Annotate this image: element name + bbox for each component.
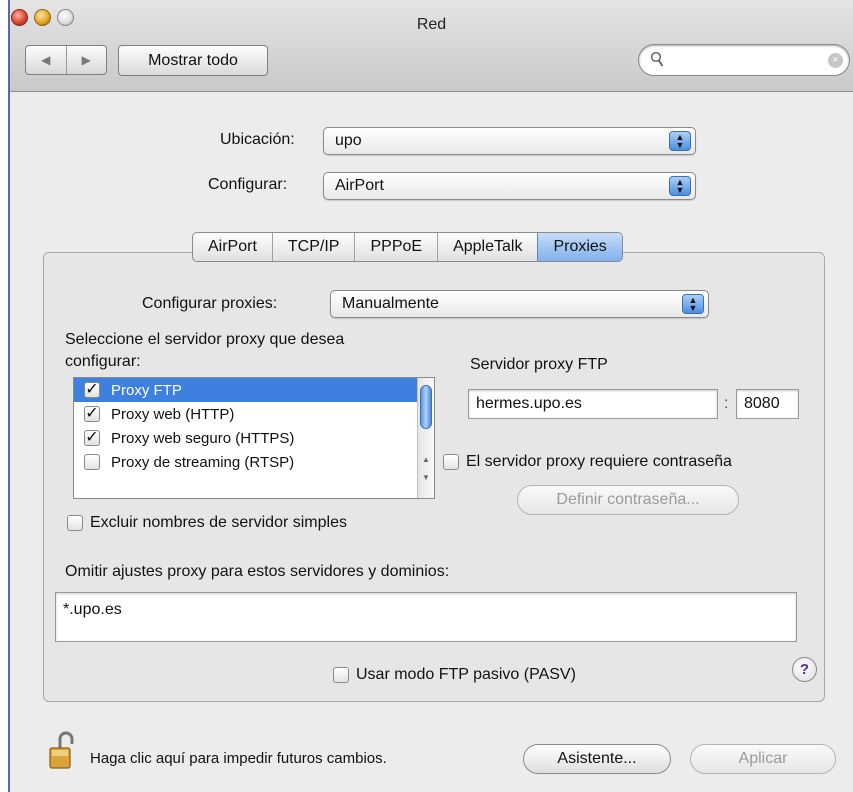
tab-appletalk[interactable]: AppleTalk <box>437 233 537 261</box>
tab-bar: AirPort TCP/IP PPPoE AppleTalk Proxies <box>192 232 623 262</box>
password-required-label: El servidor proxy requiere contraseña <box>466 453 732 470</box>
configure-proxies-label: Configurar proxies: <box>142 295 278 312</box>
checkbox-proxy-http[interactable]: ✓ <box>84 406 100 422</box>
scroll-down-arrow-icon[interactable]: ▼ <box>418 470 434 485</box>
popup-arrows-icon: ▲ ▼ <box>682 294 704 314</box>
list-item[interactable]: ✓ Proxy web seguro (HTTPS) <box>74 426 434 450</box>
forward-arrow-icon: ▶ <box>81 53 91 67</box>
configure-proxies-popup[interactable]: Manualmente ▲ ▼ <box>330 290 709 318</box>
list-item-label: Proxy FTP <box>111 381 182 399</box>
location-label: Ubicación: <box>220 131 295 148</box>
clear-search-icon[interactable]: × <box>828 53 843 68</box>
passive-ftp-label: Usar modo FTP pasivo (PASV) <box>356 666 576 683</box>
exclude-simple-hostnames-checkbox[interactable] <box>67 515 83 531</box>
port-separator: : <box>724 395 729 412</box>
select-proxy-label: Seleccione el servidor proxy que desea <box>65 331 345 348</box>
configure-proxies-value: Manualmente <box>342 295 439 312</box>
location-popup[interactable]: upo ▲ ▼ <box>323 127 696 155</box>
list-item-label: Proxy web (HTTP) <box>111 405 235 423</box>
back-arrow-icon: ◀ <box>41 53 51 67</box>
window-titlebar: Red ◀ ▶ Mostrar todo × <box>10 0 853 92</box>
select-proxy-label-continued: configurar: <box>65 353 141 370</box>
scrollbar-thumb[interactable] <box>420 385 432 429</box>
configure-value: AirPort <box>335 177 384 194</box>
search-field[interactable]: × <box>638 44 850 76</box>
exclude-simple-hostnames-option[interactable]: Excluir nombres de servidor simples <box>67 514 347 532</box>
show-all-button[interactable]: Mostrar todo <box>118 45 268 76</box>
password-required-option[interactable]: El servidor proxy requiere contraseña <box>443 453 732 471</box>
assistant-button[interactable]: Asistente... <box>523 744 671 774</box>
bypass-hosts-field[interactable]: *.upo.es <box>55 592 797 642</box>
tab-pppoe[interactable]: PPPoE <box>354 233 437 261</box>
popup-arrows-icon: ▲ ▼ <box>669 131 691 151</box>
help-button[interactable]: ? <box>792 657 817 682</box>
passive-ftp-option[interactable]: Usar modo FTP pasivo (PASV) <box>333 666 576 684</box>
list-item[interactable]: ✓ Proxy web (HTTP) <box>74 402 434 426</box>
checkbox-proxy-rtsp[interactable] <box>84 454 100 470</box>
list-item-label: Proxy web seguro (HTTPS) <box>111 429 295 447</box>
checkbox-proxy-https[interactable]: ✓ <box>84 430 100 446</box>
configure-popup[interactable]: AirPort ▲ ▼ <box>323 172 696 200</box>
tab-airport[interactable]: AirPort <box>193 233 272 261</box>
lock-icon[interactable] <box>48 730 78 770</box>
bypass-label: Omitir ajustes proxy para estos servidor… <box>65 563 450 580</box>
password-required-checkbox[interactable] <box>443 454 459 470</box>
tab-tcpip[interactable]: TCP/IP <box>271 233 355 261</box>
ftp-server-field[interactable]: hermes.upo.es <box>468 389 718 419</box>
list-item[interactable]: Proxy de streaming (RTSP) <box>74 450 434 474</box>
list-item-label: Proxy de streaming (RTSP) <box>111 453 295 471</box>
popup-arrows-icon: ▲ ▼ <box>669 176 691 196</box>
set-password-button[interactable]: Definir contraseña... <box>517 485 739 515</box>
proxy-list[interactable]: ✓ Proxy FTP ✓ Proxy web (HTTP) ✓ Proxy w… <box>73 377 435 499</box>
network-preferences-window: Red ◀ ▶ Mostrar todo × Ubicación: upo ▲ ▼… <box>8 0 853 792</box>
apply-button[interactable]: Aplicar <box>690 744 836 774</box>
passive-ftp-checkbox[interactable] <box>333 667 349 683</box>
back-forward-control: ◀ ▶ <box>25 45 107 75</box>
tab-proxies[interactable]: Proxies <box>537 233 622 261</box>
location-value: upo <box>335 132 362 149</box>
back-button[interactable]: ◀ <box>26 46 66 74</box>
configure-label: Configurar: <box>208 176 288 193</box>
scroll-up-arrow-icon[interactable]: ▲ <box>418 452 434 467</box>
window-title: Red <box>416 16 447 33</box>
proxy-list-scrollbar[interactable]: ▲ ▼ <box>417 378 434 498</box>
forward-button[interactable]: ▶ <box>65 46 107 74</box>
checkbox-proxy-ftp[interactable]: ✓ <box>84 382 100 398</box>
ftp-port-field[interactable]: 8080 <box>736 389 799 419</box>
ftp-server-label: Servidor proxy FTP <box>470 356 608 373</box>
exclude-simple-hostnames-label: Excluir nombres de servidor simples <box>90 514 347 531</box>
list-item[interactable]: ✓ Proxy FTP <box>74 378 434 402</box>
search-icon <box>650 51 664 67</box>
lock-hint-text: Haga clic aquí para impedir futuros camb… <box>90 750 387 767</box>
